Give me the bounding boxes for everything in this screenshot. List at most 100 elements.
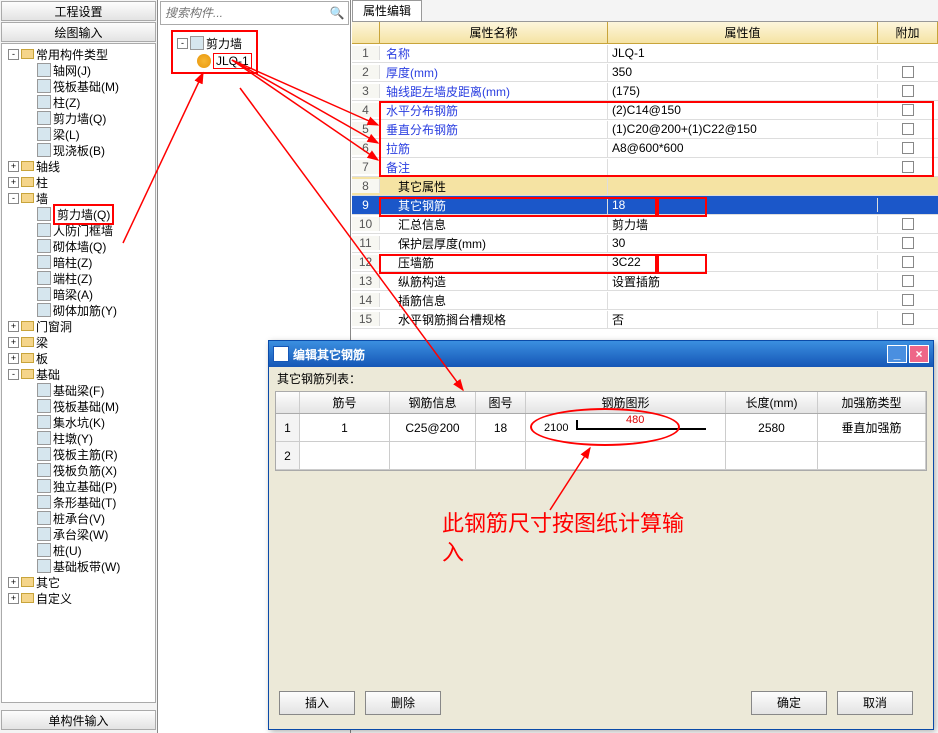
toggle-icon[interactable]: + <box>8 177 19 188</box>
cell-no[interactable]: 1 <box>300 414 390 441</box>
prop-add[interactable] <box>878 85 938 97</box>
prop-add[interactable] <box>878 256 938 268</box>
tree-node[interactable]: 柱墩(Y) <box>2 430 155 446</box>
prop-value[interactable]: 18 <box>608 198 878 212</box>
toggle-icon[interactable]: - <box>8 369 19 380</box>
property-row[interactable]: 6拉筋A8@600*600 <box>352 139 938 158</box>
cell-info[interactable]: C25@200 <box>390 414 476 441</box>
property-row[interactable]: 3轴线距左墙皮距离(mm)(175) <box>352 82 938 101</box>
prop-value[interactable]: 设置插筋 <box>608 273 878 290</box>
insert-button[interactable]: 插入 <box>279 691 355 715</box>
cell-type[interactable]: 垂直加强筋 <box>818 414 926 441</box>
prop-add[interactable] <box>878 313 938 325</box>
prop-value[interactable]: 30 <box>608 236 878 250</box>
tree-node[interactable]: 桩(U) <box>2 542 155 558</box>
checkbox[interactable] <box>902 237 914 249</box>
tree-node[interactable]: 基础板带(W) <box>2 558 155 574</box>
search-input[interactable] <box>161 2 326 24</box>
cell-no[interactable] <box>300 442 390 469</box>
property-row[interactable]: 13纵筋构造设置插筋 <box>352 272 938 291</box>
prop-value[interactable]: JLQ-1 <box>608 46 878 60</box>
tree-node[interactable]: +其它 <box>2 574 155 590</box>
tree-node[interactable]: 现浇板(B) <box>2 142 155 158</box>
tree-node[interactable]: 梁(L) <box>2 126 155 142</box>
prop-value[interactable]: (1)C20@200+(1)C22@150 <box>608 122 878 136</box>
checkbox[interactable] <box>902 313 914 325</box>
prop-add[interactable] <box>878 123 938 135</box>
tree-node[interactable]: +梁 <box>2 334 155 350</box>
prop-value[interactable]: 350 <box>608 65 878 79</box>
property-row[interactable]: 1名称JLQ-1 <box>352 44 938 63</box>
tree-node[interactable]: 筏板负筋(X) <box>2 462 155 478</box>
cell-fig[interactable]: 18 <box>476 414 526 441</box>
prop-add[interactable] <box>878 104 938 116</box>
prop-value[interactable]: 剪力墙 <box>608 216 878 233</box>
property-row[interactable]: 15水平钢筋搁台槽规格否 <box>352 310 938 329</box>
row-num[interactable]: 1 <box>276 414 300 441</box>
tree-node[interactable]: 剪力墙(Q) <box>2 206 155 222</box>
tree-node[interactable]: 独立基础(P) <box>2 478 155 494</box>
tree-node[interactable]: 柱(Z) <box>2 94 155 110</box>
property-row[interactable]: 8其它属性 <box>352 177 938 196</box>
tree-node[interactable]: +柱 <box>2 174 155 190</box>
tree-node[interactable]: 条形基础(T) <box>2 494 155 510</box>
prop-add[interactable] <box>878 218 938 230</box>
grid-row[interactable]: 2 <box>276 442 926 470</box>
tree-node[interactable]: -基础 <box>2 366 155 382</box>
prop-value[interactable]: 否 <box>608 311 878 328</box>
tree-node[interactable]: 轴网(J) <box>2 62 155 78</box>
property-row[interactable]: 12压墙筋3C22 <box>352 253 938 272</box>
collapse-icon[interactable]: - <box>177 38 188 49</box>
prop-value[interactable]: A8@600*600 <box>608 141 878 155</box>
tree-node[interactable]: -常用构件类型 <box>2 46 155 62</box>
toggle-icon[interactable]: + <box>8 577 19 588</box>
checkbox[interactable] <box>902 275 914 287</box>
toggle-icon[interactable]: - <box>8 193 19 204</box>
panel-bar-draw[interactable]: 绘图输入 <box>1 22 156 42</box>
prop-add[interactable] <box>878 294 938 306</box>
checkbox[interactable] <box>902 104 914 116</box>
delete-button[interactable]: 删除 <box>365 691 441 715</box>
toggle-icon[interactable]: + <box>8 337 19 348</box>
checkbox[interactable] <box>902 123 914 135</box>
prop-add[interactable] <box>878 161 938 173</box>
property-row[interactable]: 4水平分布钢筋(2)C14@150 <box>352 101 938 120</box>
checkbox[interactable] <box>902 256 914 268</box>
toggle-icon[interactable]: + <box>8 321 19 332</box>
tree-node[interactable]: 筏板基础(M) <box>2 78 155 94</box>
prop-add[interactable] <box>878 66 938 78</box>
tree-node[interactable]: +板 <box>2 350 155 366</box>
property-row[interactable]: 14插筋信息 <box>352 291 938 310</box>
checkbox[interactable] <box>902 85 914 97</box>
cell-fig[interactable] <box>476 442 526 469</box>
panel-bar-single[interactable]: 单构件输入 <box>1 710 156 730</box>
tree-node[interactable]: 集水坑(K) <box>2 414 155 430</box>
property-row[interactable]: 11保护层厚度(mm)30 <box>352 234 938 253</box>
search-icon[interactable]: 🔍 <box>326 2 348 24</box>
property-row[interactable]: 5垂直分布钢筋(1)C20@200+(1)C22@150 <box>352 120 938 139</box>
ok-button[interactable]: 确定 <box>751 691 827 715</box>
property-row[interactable]: 2厚度(mm)350 <box>352 63 938 82</box>
prop-add[interactable] <box>878 142 938 154</box>
tree-node[interactable]: 筏板主筋(R) <box>2 446 155 462</box>
toggle-icon[interactable]: - <box>8 49 19 60</box>
cell-shape[interactable] <box>526 442 726 469</box>
checkbox[interactable] <box>902 161 914 173</box>
toggle-icon[interactable]: + <box>8 161 19 172</box>
checkbox[interactable] <box>902 294 914 306</box>
tree-node[interactable]: 端柱(Z) <box>2 270 155 286</box>
component-tree[interactable]: -常用构件类型轴网(J)筏板基础(M)柱(Z)剪力墙(Q)梁(L)现浇板(B)+… <box>1 43 156 703</box>
cell-shape[interactable]: 2100480 <box>526 414 726 441</box>
prop-value[interactable]: (2)C14@150 <box>608 103 878 117</box>
mid-node-jlq1[interactable]: JLQ-1 <box>177 52 252 70</box>
tree-node[interactable]: +门窗洞 <box>2 318 155 334</box>
prop-add[interactable] <box>878 237 938 249</box>
panel-bar-project[interactable]: 工程设置 <box>1 1 156 21</box>
property-row[interactable]: 7备注 <box>352 158 938 177</box>
property-row[interactable]: 10汇总信息剪力墙 <box>352 215 938 234</box>
tree-node[interactable]: 桩承台(V) <box>2 510 155 526</box>
toggle-icon[interactable]: + <box>8 593 19 604</box>
minimize-button[interactable]: _ <box>887 345 907 363</box>
tree-node[interactable]: +轴线 <box>2 158 155 174</box>
tree-node[interactable]: 砌体墙(Q) <box>2 238 155 254</box>
